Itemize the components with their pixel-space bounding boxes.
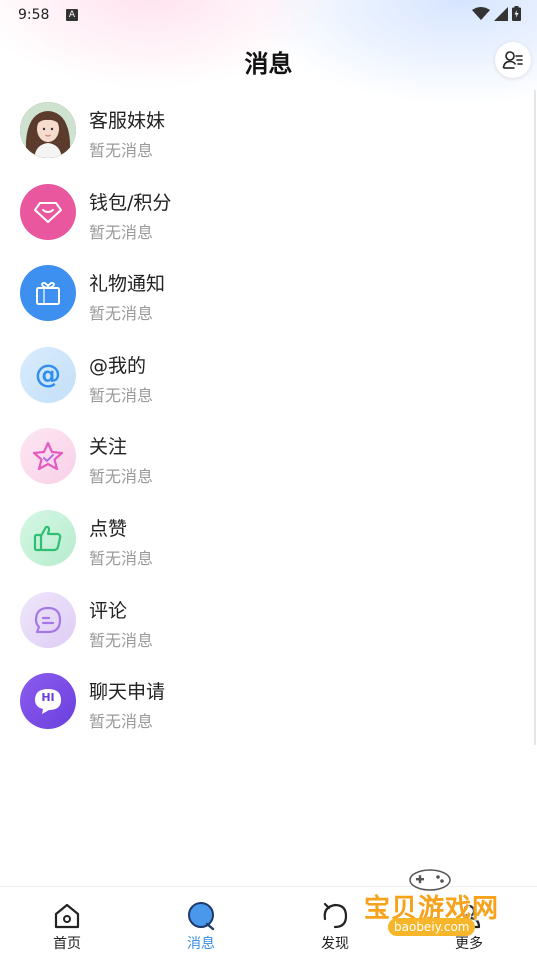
message-item-customer-service[interactable]: 客服妹妹 暂无消息 xyxy=(0,90,537,172)
message-item-likes[interactable]: 点赞 暂无消息 xyxy=(0,498,537,580)
nav-home[interactable]: 首页 xyxy=(0,887,134,957)
diamond-icon xyxy=(34,201,62,223)
watermark: 宝贝游戏网 baobeiy.com xyxy=(360,866,510,946)
message-item-title: 客服妹妹 xyxy=(89,110,166,132)
svg-text:@: @ xyxy=(35,360,61,390)
message-item-wallet[interactable]: 钱包/积分 暂无消息 xyxy=(0,172,537,254)
gift-avatar xyxy=(20,265,76,322)
wallet-avatar xyxy=(20,183,76,240)
at-icon: @ xyxy=(35,360,61,390)
app-header: 消息 xyxy=(0,32,537,88)
message-item-title: 聊天申请 xyxy=(89,681,166,704)
signal-icon xyxy=(494,6,508,21)
wifi-icon xyxy=(472,6,490,20)
status-time: 9:58 xyxy=(18,7,50,23)
gift-icon xyxy=(36,282,60,306)
nav-messages[interactable]: 消息 xyxy=(134,887,268,957)
scrollbar[interactable] xyxy=(534,90,536,745)
comment-icon xyxy=(34,606,62,633)
discover-icon xyxy=(323,902,348,929)
status-bar: 9:58 A xyxy=(0,0,537,32)
watermark-url: baobeiy.com xyxy=(388,918,476,936)
message-item-gift[interactable]: 礼物通知 暂无消息 xyxy=(0,253,537,335)
notification-a-icon: A xyxy=(66,9,78,21)
home-icon xyxy=(54,903,80,929)
mentions-avatar: @ xyxy=(20,346,76,403)
message-item-title: 关注 xyxy=(89,436,128,459)
nav-messages-label: 消息 xyxy=(187,936,215,952)
message-item-chat-request[interactable]: HI 聊天申请 暂无消息 xyxy=(0,661,537,743)
customer-service-avatar xyxy=(20,102,76,158)
battery-icon xyxy=(512,6,521,21)
chat-request-avatar: HI xyxy=(20,673,76,730)
message-item-title: @我的 xyxy=(89,354,147,377)
message-item-comments[interactable]: 评论 暂无消息 xyxy=(0,580,537,662)
message-item-subtitle: 暂无消息 xyxy=(89,712,154,732)
hi-badge-text: HI xyxy=(41,691,55,705)
message-item-subtitle: 暂无消息 xyxy=(89,467,154,487)
message-icon xyxy=(188,902,215,931)
message-item-subtitle: 暂无消息 xyxy=(89,304,154,324)
nav-home-label: 首页 xyxy=(53,936,81,952)
message-item-subtitle: 暂无消息 xyxy=(89,222,154,242)
star-icon xyxy=(32,442,64,471)
message-item-title: 礼物通知 xyxy=(89,273,166,296)
page-title: 消息 xyxy=(244,50,293,78)
message-item-subtitle: 暂无消息 xyxy=(89,385,154,405)
status-icons xyxy=(472,6,521,21)
message-item-subtitle: 暂无消息 xyxy=(89,141,154,160)
message-item-title: 钱包/积分 xyxy=(89,191,172,214)
message-item-subtitle: 暂无消息 xyxy=(89,548,154,568)
message-item-follow[interactable]: 关注 暂无消息 xyxy=(0,416,537,498)
person-avatar-icon xyxy=(20,102,76,158)
message-item-title: 点赞 xyxy=(89,517,128,540)
message-item-mentions[interactable]: @ @我的 暂无消息 xyxy=(0,335,537,417)
likes-avatar xyxy=(20,509,76,566)
message-item-subtitle: 暂无消息 xyxy=(89,630,154,650)
follow-avatar xyxy=(20,428,76,485)
message-item-title: 评论 xyxy=(89,599,128,622)
message-list: 客服妹妹 暂无消息 钱包/积分 暂无消息 礼物通知 暂无消息 @ @我的 暂无消… xyxy=(0,90,537,743)
contacts-button[interactable] xyxy=(495,42,531,78)
thumbs-up-icon xyxy=(33,525,62,552)
comments-avatar xyxy=(20,591,76,648)
contacts-icon xyxy=(502,51,523,69)
